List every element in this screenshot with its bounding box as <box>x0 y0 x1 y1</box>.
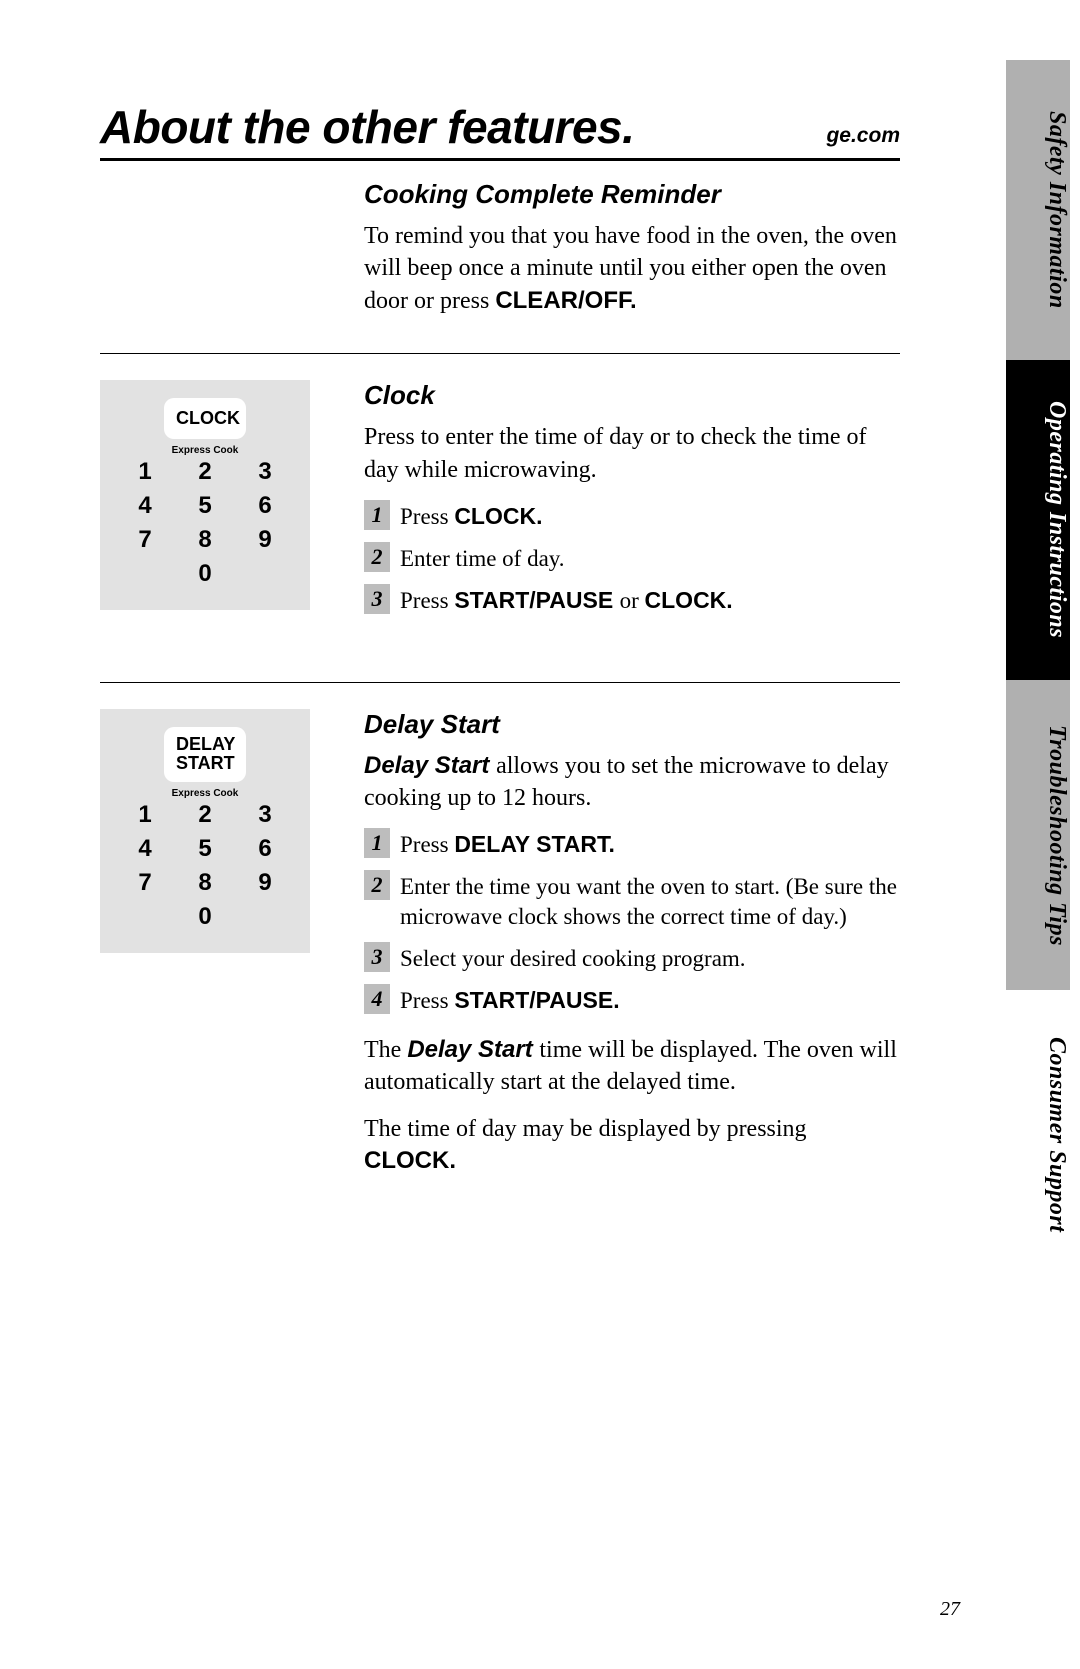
key-5[interactable]: 5 <box>186 835 224 863</box>
key-8[interactable]: 8 <box>186 526 224 554</box>
key-7[interactable]: 7 <box>126 526 164 554</box>
delay-intro: Delay Start allows you to set the microw… <box>364 750 900 815</box>
delay-step-3: 3 Select your desired cooking program. <box>364 942 900 974</box>
step-number-icon: 1 <box>364 500 390 530</box>
divider <box>100 682 900 683</box>
clock-intro: Press to enter the time of day or to che… <box>364 421 900 486</box>
keypad-clock: CLOCK Express Cook 1 2 3 4 5 6 7 8 9 0 <box>100 380 310 610</box>
delay-step-4: 4 Press START/PAUSE. <box>364 984 900 1016</box>
reminder-title: Cooking Complete Reminder <box>364 179 900 210</box>
express-cook-label: Express Cook <box>116 445 294 456</box>
clock-step-3: 3 Press START/PAUSE or CLOCK. <box>364 584 900 616</box>
delay-p2: The Delay Start time will be displayed. … <box>364 1034 900 1099</box>
key-2[interactable]: 2 <box>186 801 224 829</box>
key-1[interactable]: 1 <box>126 801 164 829</box>
step-number-icon: 3 <box>364 942 390 972</box>
reminder-body: To remind you that you have food in the … <box>364 220 900 317</box>
page-number: 27 <box>940 1598 960 1621</box>
key-9[interactable]: 9 <box>246 869 284 897</box>
keypad-grid: 1 2 3 4 5 6 7 8 9 0 <box>116 801 294 931</box>
keypad-delay: DELAY START Express Cook 1 2 3 4 5 6 7 8… <box>100 709 310 954</box>
page-header: About the other features. ge.com <box>100 100 900 161</box>
step-number-icon: 4 <box>364 984 390 1014</box>
divider <box>100 353 900 354</box>
step-number-icon: 2 <box>364 870 390 900</box>
express-cook-label: Express Cook <box>116 788 294 799</box>
key-3[interactable]: 3 <box>246 458 284 486</box>
clock-button[interactable]: CLOCK <box>164 398 246 439</box>
key-3[interactable]: 3 <box>246 801 284 829</box>
step-number-icon: 3 <box>364 584 390 614</box>
step-number-icon: 2 <box>364 542 390 572</box>
delay-step-1: 1 Press DELAY START. <box>364 828 900 860</box>
tab-operating[interactable]: Operating Instructions <box>1006 360 1070 680</box>
tab-consumer[interactable]: Consumer Support <box>1006 990 1070 1280</box>
key-0[interactable]: 0 <box>186 560 224 588</box>
keypad-grid: 1 2 3 4 5 6 7 8 9 0 <box>116 458 294 588</box>
delay-p3: The time of day may be displayed by pres… <box>364 1113 900 1178</box>
key-0[interactable]: 0 <box>186 903 224 931</box>
tab-safety[interactable]: Safety Information <box>1006 60 1070 360</box>
key-6[interactable]: 6 <box>246 835 284 863</box>
side-tabs: Safety Information Operating Instruction… <box>1006 60 1070 1280</box>
delay-step-2: 2 Enter the time you want the oven to st… <box>364 870 900 932</box>
tab-troubleshooting[interactable]: Troubleshooting Tips <box>1006 680 1070 990</box>
clock-step-2: 2 Enter time of day. <box>364 542 900 574</box>
delay-title: Delay Start <box>364 709 900 740</box>
page-title: About the other features. <box>100 100 634 154</box>
key-9[interactable]: 9 <box>246 526 284 554</box>
key-5[interactable]: 5 <box>186 492 224 520</box>
key-7[interactable]: 7 <box>126 869 164 897</box>
key-4[interactable]: 4 <box>126 492 164 520</box>
section-clock: CLOCK Express Cook 1 2 3 4 5 6 7 8 9 0 C… <box>100 362 900 625</box>
delay-start-button[interactable]: DELAY START <box>164 727 246 783</box>
site-link[interactable]: ge.com <box>826 124 900 154</box>
key-8[interactable]: 8 <box>186 869 224 897</box>
section-delay-start: DELAY START Express Cook 1 2 3 4 5 6 7 8… <box>100 691 900 1192</box>
key-1[interactable]: 1 <box>126 458 164 486</box>
key-6[interactable]: 6 <box>246 492 284 520</box>
step-number-icon: 1 <box>364 828 390 858</box>
key-4[interactable]: 4 <box>126 835 164 863</box>
clock-title: Clock <box>364 380 900 411</box>
key-2[interactable]: 2 <box>186 458 224 486</box>
clock-step-1: 1 Press CLOCK. <box>364 500 900 532</box>
section-reminder: Cooking Complete Reminder To remind you … <box>100 161 900 331</box>
